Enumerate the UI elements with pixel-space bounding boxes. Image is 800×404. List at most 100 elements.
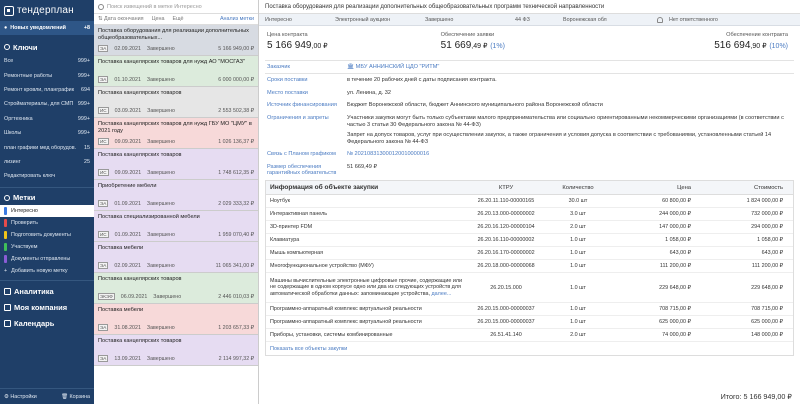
sort-deadline[interactable]: ⇅ Дата окончания <box>98 16 144 22</box>
law-badge: ИС <box>98 107 109 114</box>
customer-link[interactable]: 🏛 МБУ АННИНСКИЙ ЦДО "РИТМ" <box>347 64 792 71</box>
item-price: 1 058,00 ₽ <box>665 237 691 244</box>
item-name: Ноутбук <box>266 198 463 204</box>
tender-card[interactable]: Поставка мебели ЭА 31.08.2021 Завершено 1 20… <box>94 304 258 335</box>
add-mark-link[interactable]: + Добавить новую метку <box>0 265 94 277</box>
table-row: Мышь компьютерная 26.20.16.170-00000002 1.… <box>266 247 793 261</box>
law-badge: ЭА <box>98 45 109 52</box>
key-count: 999+ <box>77 115 90 122</box>
nav-analytics[interactable]: Аналитика <box>0 284 94 300</box>
sidebar-key-item[interactable]: Стройматериалы, для СМП 999+ <box>0 97 94 111</box>
edit-key-link[interactable]: Редактировать ключ <box>0 169 94 183</box>
table-row: Интерактивная панель 26.20.13.000-0000000… <box>266 208 793 222</box>
tender-card-date: 13.09.2021 <box>114 355 141 362</box>
tender-card[interactable]: Поставка канцелярских товаров для нужд Г… <box>94 118 258 149</box>
tender-card-title: Поставка мебели <box>98 307 144 313</box>
tender-card-status: Завершено <box>146 200 175 207</box>
tender-card-price: 11 065 341,00 ₽ <box>215 262 254 269</box>
status-region: Воронежская обл <box>563 16 607 23</box>
tender-card[interactable]: Поставка оборудования для реализации доп… <box>94 25 258 56</box>
sidebar-key-item[interactable]: Ремонтные работы 999+ <box>0 68 94 82</box>
tender-card-title: Поставка канцелярских товаров <box>98 90 182 96</box>
status-state: Завершено <box>425 16 454 23</box>
sidebar-mark-item[interactable]: Участвуем <box>0 241 94 253</box>
item-qty: 2.0 шт <box>570 332 586 339</box>
tender-card[interactable]: Поставка канцелярских товаров ЭКЭФ 06.09.2… <box>94 273 258 304</box>
trash-link[interactable]: 🗑 Корзина <box>61 394 90 400</box>
table-row: Ноутбук 26.20.11.110-00000165 30.0 шт 60 80… <box>266 195 793 209</box>
item-price: 74 000,00 ₽ <box>662 332 691 339</box>
item-ktru: 26.20.15.000-00000037 <box>477 306 535 313</box>
sidebar-mark-item[interactable]: Интересно <box>0 204 94 217</box>
tender-card-meta: ИС 09.09.2021 Завершено 1 026 136,37 ₽ <box>98 138 254 145</box>
logo-icon <box>4 5 14 16</box>
bid-security: 51 669,49 ₽ (1%) <box>440 40 505 51</box>
item-name: Мышь компьютерная <box>266 250 463 256</box>
tender-card[interactable]: Поставка канцелярских товаров ЭА 13.09.202… <box>94 335 258 366</box>
tender-card-meta: ЭА 31.08.2021 Завершено 1 203 657,33 ₽ <box>98 324 254 331</box>
search-input[interactable]: Поиск извещений в метке Интересно <box>107 4 202 10</box>
key-count: 25 <box>84 158 90 165</box>
sidebar-key-item[interactable]: Школы 999+ <box>0 126 94 140</box>
tender-card-meta: ЭА 02.09.2021 Завершено 5 166 949,00 ₽ <box>98 45 254 52</box>
show-all-items-link[interactable]: Показать все объекты закупки <box>266 342 793 355</box>
sort-more[interactable]: Ещё <box>173 16 184 22</box>
tender-card[interactable]: Поставка канцелярских товаров ИС 03.09.202… <box>94 87 258 118</box>
tender-card[interactable]: Приобретение мебели ЭА 01.09.2021 Завершено… <box>94 180 258 211</box>
tender-card-price: 1 959 070,40 ₽ <box>218 231 254 238</box>
sidebar-key-item[interactable]: Все 999+ <box>0 54 94 68</box>
tender-card-date: 06.09.2021 <box>120 293 148 300</box>
item-more-link[interactable]: далее... <box>432 291 452 297</box>
logo[interactable]: тендерплан <box>0 0 94 21</box>
item-name-text: Интерактивная панель <box>270 210 328 217</box>
nav-company[interactable]: Моя компания <box>0 300 94 316</box>
sidebar-mark-item[interactable]: Проверить <box>0 217 94 229</box>
sort-price[interactable]: Цена <box>152 16 165 22</box>
plan-link[interactable]: № 202108313000120010000016 <box>347 151 792 158</box>
tender-card[interactable]: Поставка канцелярских товаров ИС 09.09.202… <box>94 149 258 180</box>
mark-color-swatch <box>4 218 7 227</box>
sidebar-key-item[interactable]: лизинг 25 <box>0 155 94 169</box>
tender-card-date: 01.09.2021 <box>114 231 142 238</box>
nav-calendar[interactable]: Календарь <box>0 316 94 332</box>
keys-heading[interactable]: Ключи <box>0 40 94 54</box>
search-icon <box>98 3 104 10</box>
tender-card-date: 31.08.2021 <box>114 324 141 331</box>
key-count: 15 <box>84 144 90 151</box>
terms-row: Сроки поставки в течение 20 рабочих дней … <box>267 76 497 83</box>
tender-card[interactable]: Поставка канцелярских товаров для нужд А… <box>94 56 258 87</box>
tender-card-status: Завершено <box>153 293 182 300</box>
item-qty: 30.0 шт <box>568 198 588 205</box>
settings-link[interactable]: ⚙ Настройки <box>4 394 37 400</box>
item-name: Приборы, установки, системы комбинирован… <box>266 332 463 338</box>
tender-card-meta: ИС 01.09.2021 Завершено 1 959 070,40 ₽ <box>98 231 254 238</box>
item-qty: 1.0 шт <box>570 263 586 270</box>
tender-card-status: Завершено <box>146 324 175 331</box>
item-name: Машины вычислительные электронные цифров… <box>266 278 463 297</box>
status-responsible[interactable]: Нет ответственного <box>663 17 724 23</box>
search-bar[interactable]: Поиск извещений в метке Интересно <box>94 0 258 14</box>
notifications-item[interactable]: ● Новых уведомлений +8 <box>0 21 94 35</box>
item-ktru: 26.20.16.110-00000002 <box>477 237 535 244</box>
tender-card[interactable]: Поставка специализированной мебели ИС 01.0… <box>94 211 258 242</box>
tender-card-meta: ЭА 13.09.2021 Завершено 2 114 997,32 ₽ <box>98 355 254 362</box>
mark-analysis-link[interactable]: Анализ метки <box>220 16 254 22</box>
tender-card[interactable]: Поставка мебели ЭА 02.09.2021 Завершено 11 0… <box>94 242 258 273</box>
item-qty: 1.0 шт <box>570 250 586 257</box>
item-name: Интерактивная панель <box>266 211 463 217</box>
mark-color-swatch <box>4 254 7 263</box>
sidebar-key-item[interactable]: Оргтехника 999+ <box>0 112 94 126</box>
sidebar-key-item[interactable]: план графики мед оборудов... 15 <box>0 140 94 154</box>
tender-card-status: Завершено <box>147 231 175 238</box>
key-label: план графики мед оборудов... <box>4 144 76 151</box>
status-mark[interactable]: Интересно <box>259 17 329 23</box>
table-header: Информация об объекте закупки КТРУ Колич… <box>266 181 793 196</box>
sidebar-key-item[interactable]: Ремонт кровли, планграфик 694 <box>0 83 94 97</box>
table-row: Машины вычислительные электронные цифров… <box>266 273 793 304</box>
item-name: 3D-принтер FDM <box>266 224 463 230</box>
tender-card-meta: ЭКЭФ 06.09.2021 Завершено 2 446 010,03 ₽ <box>98 293 254 300</box>
marks-heading[interactable]: Метки <box>0 191 94 205</box>
item-qty: 1.0 шт <box>570 284 586 291</box>
sidebar-mark-item[interactable]: Подготовить документы <box>0 229 94 241</box>
sidebar-mark-item[interactable]: Документы отправлены <box>0 253 94 265</box>
